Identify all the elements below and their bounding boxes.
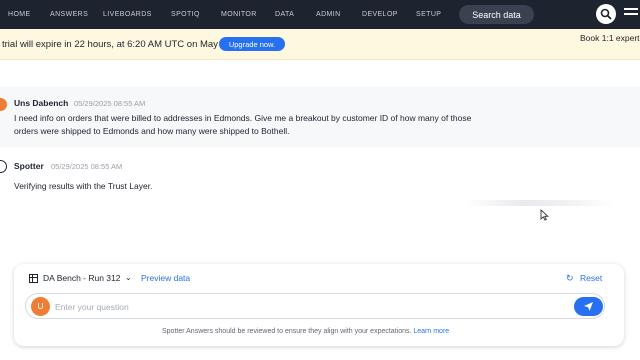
table-icon	[29, 274, 38, 283]
reset-button[interactable]: Reset	[580, 273, 602, 283]
nav-spotiq[interactable]: SPOTIQ	[171, 11, 200, 18]
question-input-box[interactable]: U	[25, 293, 605, 319]
spotter-message-time: 05/29/2025 08:55 AM	[51, 162, 123, 171]
learn-more-link[interactable]: Learn more	[413, 328, 449, 335]
nav-setup[interactable]: SETUP	[416, 11, 441, 18]
spotter-message-text: Verifying results with the Trust Layer.	[14, 181, 153, 191]
trial-banner: trial will expire in 22 hours, at 6:20 A…	[0, 29, 640, 60]
nav-admin[interactable]: ADMIN	[316, 11, 341, 18]
loading-shimmer	[465, 200, 615, 206]
nav-data[interactable]: DATA	[275, 11, 294, 18]
spotter-avatar	[0, 160, 7, 173]
send-button[interactable]	[574, 297, 603, 316]
nav-monitor[interactable]: MONITOR	[221, 11, 257, 18]
search-icon	[600, 8, 612, 20]
top-nav: HOME ANSWERS LIVEBOARDS SPOTIQ MONITOR D…	[0, 0, 640, 29]
nav-home[interactable]: HOME	[8, 11, 31, 18]
user-name: Uns Dabench	[14, 98, 69, 108]
reset-icon[interactable]: ↻	[566, 273, 574, 284]
nav-answers[interactable]: ANSWERS	[50, 11, 88, 18]
datasource-selector[interactable]: DA Bench - Run 312	[43, 273, 121, 283]
question-input[interactable]	[55, 298, 555, 315]
nav-liveboards[interactable]: LIVEBOARDS	[103, 11, 152, 18]
search-data-label: Search data	[472, 9, 521, 20]
send-icon	[584, 302, 593, 311]
search-icon-button[interactable]	[596, 4, 616, 24]
chevron-down-icon[interactable]: ⌄	[125, 273, 132, 282]
spotter-name: Spotter	[14, 161, 44, 171]
preview-data-link[interactable]: Preview data	[141, 273, 190, 283]
mouse-cursor-icon	[540, 209, 549, 221]
trial-message: trial will expire in 22 hours, at 6:20 A…	[2, 39, 234, 50]
upgrade-now-button[interactable]: Upgrade now.	[219, 37, 285, 51]
nav-develop[interactable]: DEVELOP	[362, 11, 398, 18]
question-panel: DA Bench - Run 312 ⌄ Preview data ↻ Rese…	[14, 264, 624, 346]
user-message-time: 05/29/2025 08:55 AM	[74, 99, 146, 108]
disclaimer: Spotter Answers should be reviewed to en…	[162, 328, 449, 335]
user-message-text: I need info on orders that were billed t…	[14, 113, 472, 136]
disclaimer-text: Spotter Answers should be reviewed to en…	[162, 328, 412, 335]
menu-icon[interactable]	[624, 8, 640, 21]
book-expert-link[interactable]: Book 1:1 expert	[580, 33, 640, 43]
search-data-button[interactable]: Search data	[459, 5, 534, 24]
input-avatar: U	[31, 297, 50, 316]
